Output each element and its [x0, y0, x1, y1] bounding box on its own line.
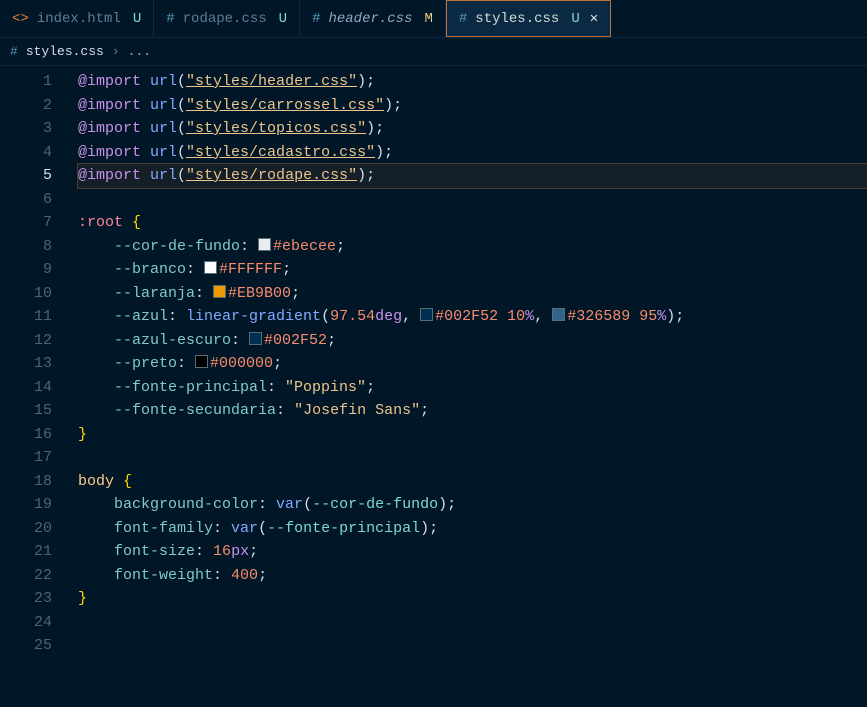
- line-number: 23: [0, 587, 52, 611]
- code-line[interactable]: :root {: [78, 211, 867, 235]
- color-swatch-icon[interactable]: [249, 332, 262, 345]
- code-line[interactable]: body {: [78, 470, 867, 494]
- code-line[interactable]: @import url("styles/carrossel.css");: [78, 94, 867, 118]
- css-icon: #: [166, 11, 174, 27]
- color-swatch-icon[interactable]: [420, 308, 433, 321]
- code-line[interactable]: --azul-escuro: #002F52;: [78, 329, 867, 353]
- line-number: 20: [0, 517, 52, 541]
- line-number: 17: [0, 446, 52, 470]
- code-line[interactable]: [78, 188, 867, 212]
- code-line[interactable]: --preto: #000000;: [78, 352, 867, 376]
- css-icon: #: [312, 11, 320, 27]
- tab-bar: <> index.html U # rodape.css U # header.css M # st…: [0, 0, 867, 38]
- code-line[interactable]: @import url("styles/cadastro.css");: [78, 141, 867, 165]
- color-swatch-icon[interactable]: [204, 261, 217, 274]
- color-swatch-icon[interactable]: [552, 308, 565, 321]
- git-status-badge: M: [424, 11, 432, 27]
- line-number: 15: [0, 399, 52, 423]
- editor: 1234567891011121314151617181920212223242…: [0, 66, 867, 707]
- line-number: 1: [0, 70, 52, 94]
- git-status-badge: U: [133, 11, 141, 27]
- code-line[interactable]: @import url("styles/rodape.css");: [78, 164, 867, 188]
- line-number: 3: [0, 117, 52, 141]
- code-line[interactable]: --azul: linear-gradient(97.54deg, #002F5…: [78, 305, 867, 329]
- line-number-gutter: 1234567891011121314151617181920212223242…: [0, 66, 70, 707]
- css-icon: #: [10, 44, 18, 59]
- html-icon: <>: [12, 11, 29, 27]
- breadcrumb-trail[interactable]: ...: [128, 44, 151, 59]
- color-swatch-icon[interactable]: [258, 238, 271, 251]
- line-number: 14: [0, 376, 52, 400]
- code-line[interactable]: --fonte-secundaria: "Josefin Sans";: [78, 399, 867, 423]
- line-number: 5: [0, 164, 52, 188]
- tab-label: styles.css: [475, 11, 559, 27]
- tab-rodape-css[interactable]: # rodape.css U: [154, 0, 300, 37]
- git-status-badge: U: [279, 11, 287, 27]
- tab-label: rodape.css: [183, 11, 267, 27]
- code-line[interactable]: --cor-de-fundo: #ebecee;: [78, 235, 867, 259]
- code-line[interactable]: }: [78, 423, 867, 447]
- line-number: 2: [0, 94, 52, 118]
- line-number: 25: [0, 634, 52, 658]
- close-icon[interactable]: ✕: [590, 10, 598, 27]
- code-line[interactable]: --branco: #FFFFFF;: [78, 258, 867, 282]
- code-line[interactable]: font-family: var(--fonte-principal);: [78, 517, 867, 541]
- color-swatch-icon[interactable]: [195, 355, 208, 368]
- line-number: 8: [0, 235, 52, 259]
- line-number: 7: [0, 211, 52, 235]
- code-area[interactable]: @import url("styles/header.css");@import…: [70, 66, 867, 707]
- line-number: 21: [0, 540, 52, 564]
- line-number: 22: [0, 564, 52, 588]
- line-number: 9: [0, 258, 52, 282]
- tab-label: index.html: [37, 11, 121, 27]
- line-number: 24: [0, 611, 52, 635]
- line-number: 12: [0, 329, 52, 353]
- tab-index-html[interactable]: <> index.html U: [0, 0, 154, 37]
- breadcrumb: # styles.css › ...: [0, 38, 867, 66]
- line-number: 10: [0, 282, 52, 306]
- code-line[interactable]: background-color: var(--cor-de-fundo);: [78, 493, 867, 517]
- code-line[interactable]: --laranja: #EB9B00;: [78, 282, 867, 306]
- tab-label: header.css: [328, 11, 412, 27]
- code-line[interactable]: @import url("styles/topicos.css");: [78, 117, 867, 141]
- git-status-badge: U: [571, 11, 579, 27]
- color-swatch-icon[interactable]: [213, 285, 226, 298]
- code-line[interactable]: [78, 446, 867, 470]
- line-number: 6: [0, 188, 52, 212]
- chevron-right-icon: ›: [112, 44, 120, 59]
- tab-styles-css[interactable]: # styles.css U ✕: [446, 0, 611, 37]
- code-line[interactable]: [78, 611, 867, 635]
- code-line[interactable]: @import url("styles/header.css");: [78, 70, 867, 94]
- tab-header-css[interactable]: # header.css M: [300, 0, 446, 37]
- code-line[interactable]: font-weight: 400;: [78, 564, 867, 588]
- line-number: 16: [0, 423, 52, 447]
- code-line[interactable]: font-size: 16px;: [78, 540, 867, 564]
- line-number: 19: [0, 493, 52, 517]
- code-line[interactable]: [78, 634, 867, 658]
- code-line[interactable]: }: [78, 587, 867, 611]
- breadcrumb-file[interactable]: styles.css: [26, 44, 104, 59]
- line-number: 4: [0, 141, 52, 165]
- css-icon: #: [459, 11, 467, 27]
- line-number: 18: [0, 470, 52, 494]
- line-number: 11: [0, 305, 52, 329]
- code-line[interactable]: --fonte-principal: "Poppins";: [78, 376, 867, 400]
- line-number: 13: [0, 352, 52, 376]
